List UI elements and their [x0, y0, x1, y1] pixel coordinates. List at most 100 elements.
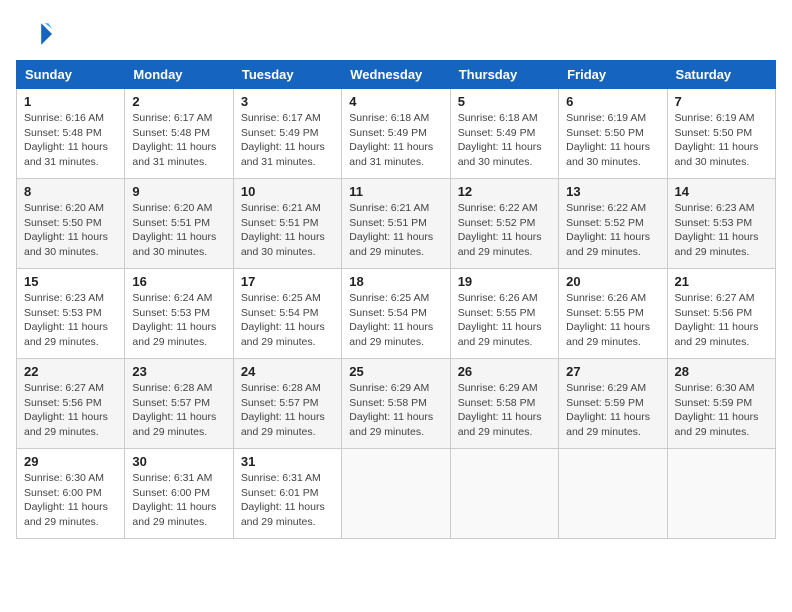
- calendar-cell: 23 Sunrise: 6:28 AM Sunset: 5:57 PM Dayl…: [125, 359, 233, 449]
- day-info: Sunrise: 6:25 AM Sunset: 5:54 PM Dayligh…: [349, 291, 442, 350]
- day-number: 10: [241, 184, 334, 199]
- day-number: 5: [458, 94, 551, 109]
- calendar-cell: 9 Sunrise: 6:20 AM Sunset: 5:51 PM Dayli…: [125, 179, 233, 269]
- day-info: Sunrise: 6:26 AM Sunset: 5:55 PM Dayligh…: [458, 291, 551, 350]
- day-info: Sunrise: 6:20 AM Sunset: 5:50 PM Dayligh…: [24, 201, 117, 260]
- day-info: Sunrise: 6:17 AM Sunset: 5:49 PM Dayligh…: [241, 111, 334, 170]
- day-info: Sunrise: 6:28 AM Sunset: 5:57 PM Dayligh…: [132, 381, 225, 440]
- day-number: 14: [675, 184, 768, 199]
- day-info: Sunrise: 6:29 AM Sunset: 5:58 PM Dayligh…: [458, 381, 551, 440]
- day-info: Sunrise: 6:17 AM Sunset: 5:48 PM Dayligh…: [132, 111, 225, 170]
- day-info: Sunrise: 6:23 AM Sunset: 5:53 PM Dayligh…: [675, 201, 768, 260]
- day-info: Sunrise: 6:23 AM Sunset: 5:53 PM Dayligh…: [24, 291, 117, 350]
- calendar-cell: 26 Sunrise: 6:29 AM Sunset: 5:58 PM Dayl…: [450, 359, 558, 449]
- calendar-cell: 19 Sunrise: 6:26 AM Sunset: 5:55 PM Dayl…: [450, 269, 558, 359]
- day-number: 19: [458, 274, 551, 289]
- day-number: 21: [675, 274, 768, 289]
- page-header: [16, 16, 776, 52]
- day-info: Sunrise: 6:19 AM Sunset: 5:50 PM Dayligh…: [566, 111, 659, 170]
- calendar-cell: 1 Sunrise: 6:16 AM Sunset: 5:48 PM Dayli…: [17, 89, 125, 179]
- calendar-cell: 31 Sunrise: 6:31 AM Sunset: 6:01 PM Dayl…: [233, 449, 341, 539]
- day-info: Sunrise: 6:27 AM Sunset: 5:56 PM Dayligh…: [675, 291, 768, 350]
- day-info: Sunrise: 6:16 AM Sunset: 5:48 PM Dayligh…: [24, 111, 117, 170]
- logo-icon: [16, 16, 52, 52]
- calendar-cell: 13 Sunrise: 6:22 AM Sunset: 5:52 PM Dayl…: [559, 179, 667, 269]
- calendar-body: 1 Sunrise: 6:16 AM Sunset: 5:48 PM Dayli…: [17, 89, 776, 539]
- day-number: 31: [241, 454, 334, 469]
- day-info: Sunrise: 6:22 AM Sunset: 5:52 PM Dayligh…: [458, 201, 551, 260]
- day-info: Sunrise: 6:30 AM Sunset: 6:00 PM Dayligh…: [24, 471, 117, 530]
- calendar-table: SundayMondayTuesdayWednesdayThursdayFrid…: [16, 60, 776, 539]
- week-row-4: 22 Sunrise: 6:27 AM Sunset: 5:56 PM Dayl…: [17, 359, 776, 449]
- day-number: 15: [24, 274, 117, 289]
- day-number: 20: [566, 274, 659, 289]
- calendar-cell: 2 Sunrise: 6:17 AM Sunset: 5:48 PM Dayli…: [125, 89, 233, 179]
- day-number: 11: [349, 184, 442, 199]
- calendar-cell: [559, 449, 667, 539]
- weekday-header-row: SundayMondayTuesdayWednesdayThursdayFrid…: [17, 61, 776, 89]
- calendar-cell: 14 Sunrise: 6:23 AM Sunset: 5:53 PM Dayl…: [667, 179, 775, 269]
- day-number: 18: [349, 274, 442, 289]
- day-info: Sunrise: 6:30 AM Sunset: 5:59 PM Dayligh…: [675, 381, 768, 440]
- day-number: 4: [349, 94, 442, 109]
- weekday-saturday: Saturday: [667, 61, 775, 89]
- calendar-cell: 5 Sunrise: 6:18 AM Sunset: 5:49 PM Dayli…: [450, 89, 558, 179]
- day-info: Sunrise: 6:20 AM Sunset: 5:51 PM Dayligh…: [132, 201, 225, 260]
- day-info: Sunrise: 6:27 AM Sunset: 5:56 PM Dayligh…: [24, 381, 117, 440]
- calendar-cell: [667, 449, 775, 539]
- day-number: 12: [458, 184, 551, 199]
- day-info: Sunrise: 6:22 AM Sunset: 5:52 PM Dayligh…: [566, 201, 659, 260]
- day-info: Sunrise: 6:21 AM Sunset: 5:51 PM Dayligh…: [241, 201, 334, 260]
- day-info: Sunrise: 6:21 AM Sunset: 5:51 PM Dayligh…: [349, 201, 442, 260]
- day-number: 25: [349, 364, 442, 379]
- calendar-cell: 12 Sunrise: 6:22 AM Sunset: 5:52 PM Dayl…: [450, 179, 558, 269]
- weekday-tuesday: Tuesday: [233, 61, 341, 89]
- calendar-cell: 25 Sunrise: 6:29 AM Sunset: 5:58 PM Dayl…: [342, 359, 450, 449]
- day-number: 17: [241, 274, 334, 289]
- day-number: 28: [675, 364, 768, 379]
- day-number: 9: [132, 184, 225, 199]
- calendar-cell: 24 Sunrise: 6:28 AM Sunset: 5:57 PM Dayl…: [233, 359, 341, 449]
- calendar-cell: 6 Sunrise: 6:19 AM Sunset: 5:50 PM Dayli…: [559, 89, 667, 179]
- calendar-cell: 10 Sunrise: 6:21 AM Sunset: 5:51 PM Dayl…: [233, 179, 341, 269]
- calendar-cell: 17 Sunrise: 6:25 AM Sunset: 5:54 PM Dayl…: [233, 269, 341, 359]
- calendar-cell: [450, 449, 558, 539]
- day-number: 3: [241, 94, 334, 109]
- calendar-cell: 7 Sunrise: 6:19 AM Sunset: 5:50 PM Dayli…: [667, 89, 775, 179]
- calendar-cell: 20 Sunrise: 6:26 AM Sunset: 5:55 PM Dayl…: [559, 269, 667, 359]
- calendar-cell: 8 Sunrise: 6:20 AM Sunset: 5:50 PM Dayli…: [17, 179, 125, 269]
- day-number: 1: [24, 94, 117, 109]
- calendar-cell: 4 Sunrise: 6:18 AM Sunset: 5:49 PM Dayli…: [342, 89, 450, 179]
- calendar-cell: 27 Sunrise: 6:29 AM Sunset: 5:59 PM Dayl…: [559, 359, 667, 449]
- day-number: 8: [24, 184, 117, 199]
- day-number: 29: [24, 454, 117, 469]
- day-info: Sunrise: 6:24 AM Sunset: 5:53 PM Dayligh…: [132, 291, 225, 350]
- calendar-cell: 21 Sunrise: 6:27 AM Sunset: 5:56 PM Dayl…: [667, 269, 775, 359]
- calendar-cell: 28 Sunrise: 6:30 AM Sunset: 5:59 PM Dayl…: [667, 359, 775, 449]
- day-info: Sunrise: 6:29 AM Sunset: 5:59 PM Dayligh…: [566, 381, 659, 440]
- day-number: 2: [132, 94, 225, 109]
- day-info: Sunrise: 6:28 AM Sunset: 5:57 PM Dayligh…: [241, 381, 334, 440]
- day-info: Sunrise: 6:18 AM Sunset: 5:49 PM Dayligh…: [349, 111, 442, 170]
- week-row-2: 8 Sunrise: 6:20 AM Sunset: 5:50 PM Dayli…: [17, 179, 776, 269]
- day-number: 30: [132, 454, 225, 469]
- week-row-3: 15 Sunrise: 6:23 AM Sunset: 5:53 PM Dayl…: [17, 269, 776, 359]
- calendar-cell: 11 Sunrise: 6:21 AM Sunset: 5:51 PM Dayl…: [342, 179, 450, 269]
- calendar-cell: 30 Sunrise: 6:31 AM Sunset: 6:00 PM Dayl…: [125, 449, 233, 539]
- day-info: Sunrise: 6:25 AM Sunset: 5:54 PM Dayligh…: [241, 291, 334, 350]
- logo: [16, 16, 58, 52]
- day-number: 7: [675, 94, 768, 109]
- day-info: Sunrise: 6:26 AM Sunset: 5:55 PM Dayligh…: [566, 291, 659, 350]
- day-info: Sunrise: 6:31 AM Sunset: 6:01 PM Dayligh…: [241, 471, 334, 530]
- day-number: 6: [566, 94, 659, 109]
- calendar-cell: 22 Sunrise: 6:27 AM Sunset: 5:56 PM Dayl…: [17, 359, 125, 449]
- day-info: Sunrise: 6:19 AM Sunset: 5:50 PM Dayligh…: [675, 111, 768, 170]
- week-row-1: 1 Sunrise: 6:16 AM Sunset: 5:48 PM Dayli…: [17, 89, 776, 179]
- calendar-cell: 18 Sunrise: 6:25 AM Sunset: 5:54 PM Dayl…: [342, 269, 450, 359]
- calendar-cell: 3 Sunrise: 6:17 AM Sunset: 5:49 PM Dayli…: [233, 89, 341, 179]
- day-number: 26: [458, 364, 551, 379]
- day-info: Sunrise: 6:18 AM Sunset: 5:49 PM Dayligh…: [458, 111, 551, 170]
- calendar-cell: [342, 449, 450, 539]
- calendar-cell: 29 Sunrise: 6:30 AM Sunset: 6:00 PM Dayl…: [17, 449, 125, 539]
- day-info: Sunrise: 6:31 AM Sunset: 6:00 PM Dayligh…: [132, 471, 225, 530]
